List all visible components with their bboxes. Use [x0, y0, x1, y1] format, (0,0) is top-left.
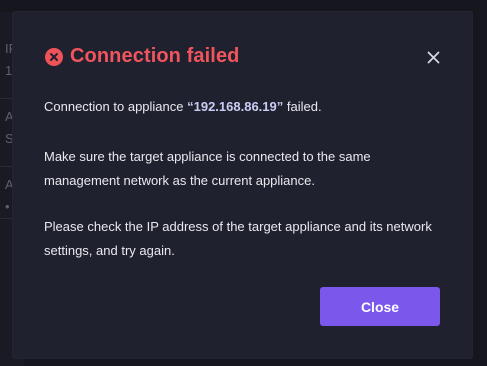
close-button[interactable]: Close [320, 287, 440, 326]
message-suffix: failed. [283, 99, 322, 114]
background-divider [0, 166, 14, 167]
dialog-title: Connection failed [45, 45, 239, 68]
connection-failed-dialog: Connection failed Connection to applianc… [13, 12, 472, 358]
appliance-ip: “192.168.86.19” [187, 99, 284, 114]
dialog-title-text: Connection failed [70, 45, 240, 67]
background-divider [0, 98, 14, 99]
dialog-message: Connection to appliance “192.168.86.19” … [44, 95, 444, 119]
background-value: • [5, 199, 10, 214]
background-value: 1 [5, 63, 13, 78]
background-divider [0, 218, 14, 219]
message-prefix: Connection to appliance [44, 99, 188, 114]
dialog-paragraph-network: Make sure the target appliance is connec… [44, 149, 371, 188]
dialog-paragraph-ip-check: Please check the IP address of the targe… [44, 219, 432, 258]
error-circle-icon [45, 47, 63, 66]
close-icon[interactable] [424, 48, 442, 66]
